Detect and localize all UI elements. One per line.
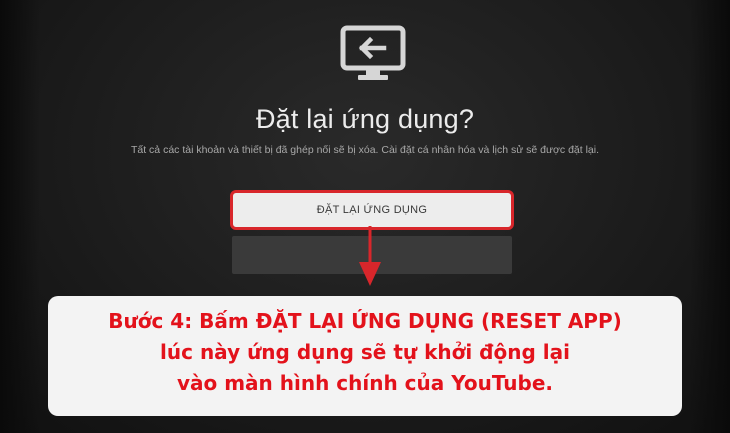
reset-app-button-label: ĐẶT LẠI ỨNG DỤNG bbox=[316, 204, 428, 216]
caption-line-2: lúc này ứng dụng sẽ tự khởi động lại bbox=[160, 340, 570, 364]
annotation-arrow-icon bbox=[359, 226, 381, 286]
cast-reset-icon bbox=[340, 25, 406, 80]
screen-edge-right bbox=[690, 0, 730, 433]
screen-edge-left bbox=[0, 0, 40, 433]
caption-line-3: vào màn hình chính của YouTube. bbox=[176, 371, 554, 395]
caption-line-1: Bước 4: Bấm ĐẶT LẠI ỨNG DỤNG (RESET APP) bbox=[108, 309, 622, 333]
instruction-caption: Bước 4: Bấm ĐẶT LẠI ỨNG DỤNG (RESET APP)… bbox=[48, 296, 682, 416]
dialog-title: Đặt lại ứng dụng? bbox=[255, 104, 475, 134]
dialog-description: Tất cả các tài khoản và thiết bị đã ghép… bbox=[130, 144, 600, 156]
reset-app-button[interactable]: ĐẶT LẠI ỨNG DỤNG bbox=[230, 190, 514, 230]
